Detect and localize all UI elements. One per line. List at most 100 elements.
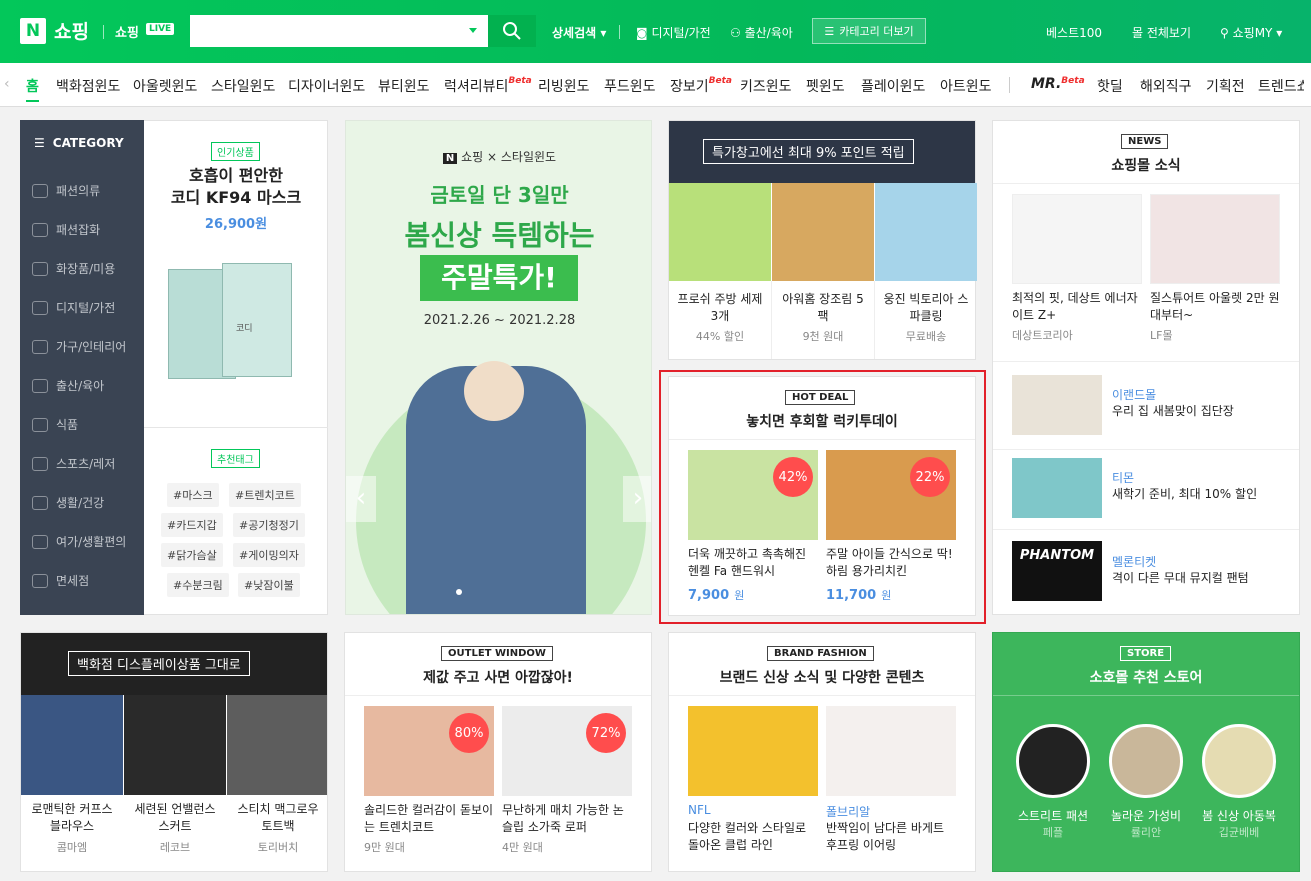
tab-home[interactable]: 홈	[26, 76, 39, 102]
tab-art[interactable]: 아트윈도	[940, 76, 992, 96]
skirt-image[interactable]	[124, 695, 226, 795]
news-item-name[interactable]: 질스튜어트 아울렛 2만 원대부터~	[1150, 290, 1282, 324]
brand-item-brand[interactable]: 폴브리알	[826, 803, 870, 820]
school-bag-image[interactable]	[1012, 458, 1102, 518]
sneaker-image[interactable]	[1012, 194, 1142, 284]
department-item-name[interactable]: 로맨틱한 커프스 블라우스	[27, 801, 117, 835]
tag-chip[interactable]: #마스크	[167, 483, 219, 507]
category-item-furniture[interactable]: 가구/인테리어	[32, 338, 126, 355]
tab-exhibition[interactable]: 기획전	[1206, 76, 1245, 96]
shopping-live-text[interactable]: 쇼핑	[115, 22, 139, 41]
warehouse-item-name[interactable]: 프로쉬 주방 세제 3개	[675, 291, 765, 325]
tab-food[interactable]: 푸드윈도	[604, 76, 656, 96]
search-input[interactable]	[190, 15, 460, 47]
store-item-name[interactable]: 놀라운 가성비	[1100, 807, 1192, 824]
banner-next-button[interactable]: ›	[623, 476, 651, 522]
outlet-item-name[interactable]: 무난하게 매치 가능한 논슬립 소가죽 로퍼	[502, 802, 634, 836]
tabs-next-icon[interactable]: ›	[1299, 76, 1305, 92]
shopping-logo-text[interactable]: 쇼핑	[54, 17, 89, 44]
tag-chip[interactable]: #닭가슴살	[161, 543, 223, 567]
news-list-text[interactable]: 새학기 준비, 최대 10% 할인	[1112, 486, 1257, 503]
digital-link[interactable]: ◙ 디지털/가전	[636, 24, 711, 41]
naver-logo[interactable]: N	[20, 18, 46, 44]
tab-trend[interactable]: 트렌드쇼	[1258, 76, 1304, 96]
live-badge[interactable]: LIVE	[146, 23, 175, 35]
tag-chip[interactable]: #카드지갑	[161, 513, 223, 537]
store-avatar-street[interactable]	[1016, 724, 1090, 798]
store-avatar-kids[interactable]	[1202, 724, 1276, 798]
mask-product-image[interactable]: 코디	[166, 261, 306, 383]
brand-item-name[interactable]: 반짝임이 남다른 바게트 후프링 이어링	[826, 820, 958, 854]
tab-luxury-beauty[interactable]: 럭셔리뷰티Beta	[444, 76, 532, 96]
yellow-sweatshirt-image[interactable]	[688, 706, 818, 796]
tab-style[interactable]: 스타일윈도	[211, 76, 275, 96]
tab-hotdeal[interactable]: 핫딜	[1097, 76, 1123, 96]
department-item-name[interactable]: 스티치 맥그로우 토트백	[233, 801, 323, 835]
all-malls-link[interactable]: 몰 전체보기	[1132, 24, 1191, 41]
store-title[interactable]: 소호몰 추천 스토어	[993, 667, 1299, 687]
category-more-button[interactable]: ☰ 카테고리 더보기	[812, 18, 926, 44]
frosch-image[interactable]	[669, 183, 771, 281]
news-list-text[interactable]: 우리 집 새봄맞이 집단장	[1112, 403, 1234, 420]
tab-overseas[interactable]: 해외직구	[1140, 76, 1192, 96]
department-title[interactable]: 백화점 디스플레이상품 그대로	[68, 651, 250, 676]
news-item-name[interactable]: 최적의 핏, 데상트 에너자이트 Z+	[1012, 290, 1144, 324]
category-item-beauty[interactable]: 화장품/미용	[32, 260, 115, 277]
tab-beauty[interactable]: 뷰티윈도	[378, 76, 430, 96]
braised-meat-image[interactable]	[772, 183, 874, 281]
brand-item-brand[interactable]: NFL	[688, 803, 711, 817]
tab-designer[interactable]: 디자이너윈도	[288, 76, 365, 96]
baby-link[interactable]: ⚇ 출산/육아	[730, 24, 793, 41]
category-item-health[interactable]: 생활/건강	[32, 494, 104, 511]
tab-living[interactable]: 리빙윈도	[538, 76, 590, 96]
banner-dot-active[interactable]	[456, 589, 462, 595]
tag-chip[interactable]: #트렌치코트	[229, 483, 301, 507]
news-list-brand[interactable]: 티몬	[1112, 469, 1134, 486]
tag-chip[interactable]: #공기청정기	[233, 513, 305, 537]
tag-chip[interactable]: #수분크림	[167, 573, 229, 597]
store-item-name[interactable]: 봄 신상 아동복	[1193, 807, 1285, 824]
tab-kids[interactable]: 키즈윈도	[740, 76, 792, 96]
banner-prev-button[interactable]: ‹	[346, 476, 376, 522]
hotdeal-title[interactable]: 놓치면 후회할 럭키투데이	[669, 411, 975, 431]
detail-search-link[interactable]: 상세검색 ▾	[552, 24, 606, 41]
department-item-name[interactable]: 세련된 언밸런스 스커트	[131, 801, 219, 835]
news-list-brand[interactable]: 이랜드몰	[1112, 386, 1156, 403]
news-list-text[interactable]: 격이 다른 무대 뮤지컬 팬텀	[1112, 570, 1249, 587]
warehouse-item-name[interactable]: 아워홈 장조림 5팩	[779, 291, 867, 325]
blouse-image[interactable]	[21, 695, 123, 795]
hotdeal-item-name[interactable]: 주말 아이들 간식으로 딱! 하림 용가리치킨	[826, 546, 958, 580]
tote-bag-image[interactable]	[227, 695, 327, 795]
category-item-leisure[interactable]: 여가/생활편의	[32, 533, 126, 550]
category-item-accessories[interactable]: 패션잡화	[32, 221, 100, 238]
earring-image[interactable]	[826, 706, 956, 796]
category-item-digital[interactable]: 디지털/가전	[32, 299, 115, 316]
victoria-water-image[interactable]	[875, 183, 977, 281]
outlet-title[interactable]: 제값 주고 사면 아깝잖아!	[345, 667, 651, 687]
category-item-dutyfree[interactable]: 면세점	[32, 572, 89, 589]
tab-mr[interactable]: MR.Beta	[1031, 76, 1085, 92]
category-item-baby[interactable]: 출산/육아	[32, 377, 104, 394]
category-item-sports[interactable]: 스포츠/레저	[32, 455, 115, 472]
tab-play[interactable]: 플레이윈도	[861, 76, 925, 96]
store-avatar-value[interactable]	[1109, 724, 1183, 798]
tab-department[interactable]: 백화점윈도	[56, 76, 120, 96]
store-item-name[interactable]: 스트리트 패션	[1007, 807, 1099, 824]
tab-pet[interactable]: 펫윈도	[806, 76, 845, 96]
popular-product-link[interactable]: 호흡이 편안한 코디 KF94 마스크	[144, 165, 328, 209]
tab-grocery[interactable]: 장보기Beta	[670, 76, 732, 96]
category-item-food[interactable]: 식품	[32, 416, 78, 433]
main-banner[interactable]: N 쇼핑 × 스타일윈도 금토일 단 3일만 봄신상 득템하는 주말특가! 20…	[345, 120, 652, 615]
tag-chip[interactable]: #게이밍의자	[233, 543, 305, 567]
tag-chip[interactable]: #낮잠이불	[238, 573, 300, 597]
category-item-fashion[interactable]: 패션의류	[32, 182, 100, 199]
news-title[interactable]: 쇼핑몰 소식	[993, 155, 1299, 175]
brand-title[interactable]: 브랜드 신상 소식 및 다양한 콘텐츠	[669, 667, 975, 687]
my-shopping-link[interactable]: ⚲ 쇼핑MY ▾	[1220, 24, 1282, 41]
search-button[interactable]	[488, 15, 536, 47]
tab-outlet[interactable]: 아울렛윈도	[133, 76, 197, 96]
outlet-item-name[interactable]: 솔리드한 컬러감이 돋보이는 트렌치코트	[364, 802, 496, 836]
brand-item-name[interactable]: 다양한 컬러와 스타일로 돌아온 클럽 라인	[688, 820, 820, 854]
interior-image[interactable]	[1012, 375, 1102, 435]
search-dropdown-caret-icon[interactable]	[469, 28, 477, 33]
